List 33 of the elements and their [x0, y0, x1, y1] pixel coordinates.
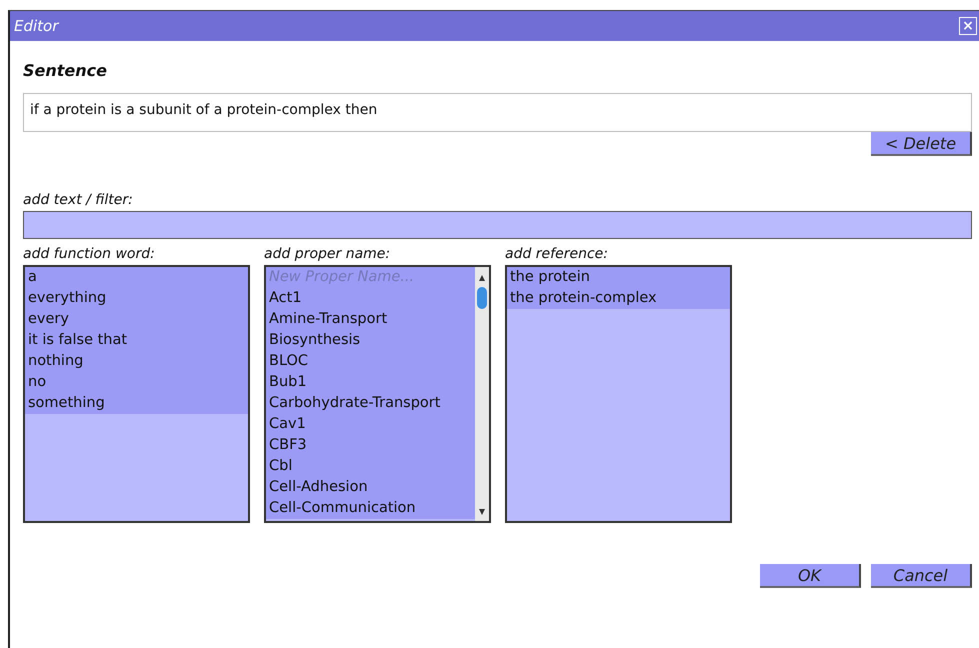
- window-title: Editor: [14, 17, 58, 35]
- list-item[interactable]: CBF3: [266, 435, 475, 456]
- list-item[interactable]: Carbohydrate-Transport: [266, 393, 475, 414]
- list-label: add reference:: [505, 246, 609, 264]
- list-item[interactable]: every: [25, 309, 248, 330]
- list-item[interactable]: Cav1: [266, 414, 475, 435]
- section-heading: Sentence: [23, 61, 108, 82]
- list-item[interactable]: it is false that: [25, 330, 248, 351]
- list-item[interactable]: a: [25, 267, 248, 288]
- dialog-button[interactable]: Cancel: [871, 564, 972, 588]
- list-item[interactable]: Cbl: [266, 456, 475, 477]
- list-item[interactable]: no: [25, 372, 248, 393]
- list-item[interactable]: Amine-Transport: [266, 309, 475, 330]
- list-item[interactable]: the protein: [507, 267, 730, 288]
- list-label: add proper name:: [264, 246, 392, 264]
- close-button[interactable]: ×: [959, 17, 977, 35]
- delete-button[interactable]: < Delete: [871, 132, 972, 156]
- dialog-button[interactable]: OK: [760, 564, 861, 588]
- list-item[interactable]: nothing: [25, 351, 248, 372]
- list-item[interactable]: Biosynthesis: [266, 330, 475, 351]
- filter-field[interactable]: [23, 211, 972, 239]
- list-item[interactable]: something: [25, 393, 248, 414]
- list-item[interactable]: BLOC: [266, 351, 475, 372]
- list-item[interactable]: Act1: [266, 288, 475, 309]
- list-item[interactable]: Cell-Communication: [266, 498, 475, 519]
- sentence-text: if a protein is a subunit of a protein-complex then: [30, 102, 378, 118]
- list-item[interactable]: Bub1: [266, 372, 475, 393]
- list-label: add function word:: [23, 246, 156, 264]
- list-item[interactable]: Cell-Adhesion: [266, 477, 475, 498]
- list-item[interactable]: the protein-complex: [507, 288, 730, 309]
- field-label: add text / filter:: [23, 192, 134, 210]
- scroll-bar[interactable]: [475, 267, 489, 521]
- list-item[interactable]: everything: [25, 288, 248, 309]
